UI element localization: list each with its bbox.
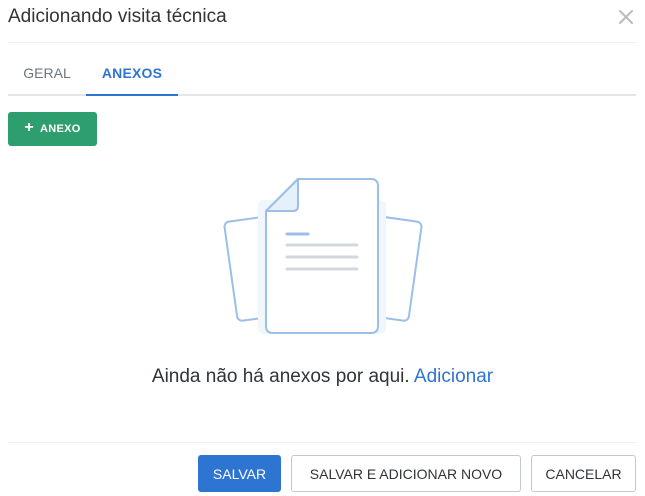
close-icon [619, 10, 633, 24]
save-and-add-new-button[interactable]: SALVAR E ADICIONAR NOVO [291, 455, 521, 492]
active-tab-indicator [86, 94, 178, 96]
modal-header: Adicionando visita técnica [0, 0, 645, 42]
tab-bar: GERAL ANEXOS [8, 52, 636, 96]
save-button[interactable]: SALVAR [198, 455, 281, 492]
empty-state-message: Ainda não há anexos por aqui. [151, 366, 410, 387]
cancel-button[interactable]: CANCELAR [531, 455, 636, 492]
empty-state-text: Ainda não há anexos por aqui. Adicionar [0, 366, 645, 388]
empty-attachments-illustration [218, 174, 428, 339]
plus-icon: + [24, 119, 35, 136]
add-attachment-link[interactable]: Adicionar [414, 366, 493, 387]
tab-anexos[interactable]: ANEXOS [86, 52, 178, 94]
add-annex-label: ANEXO [40, 123, 81, 135]
close-button[interactable] [615, 6, 637, 28]
tab-geral[interactable]: GERAL [8, 52, 86, 94]
add-technical-visit-modal: Adicionando visita técnica GERAL ANEXOS … [0, 0, 645, 496]
document-stack-icon [223, 178, 423, 334]
add-annex-button[interactable]: + ANEXO [8, 112, 97, 146]
footer-divider [8, 442, 636, 443]
modal-title: Adicionando visita técnica [8, 6, 227, 27]
header-divider [8, 42, 636, 43]
